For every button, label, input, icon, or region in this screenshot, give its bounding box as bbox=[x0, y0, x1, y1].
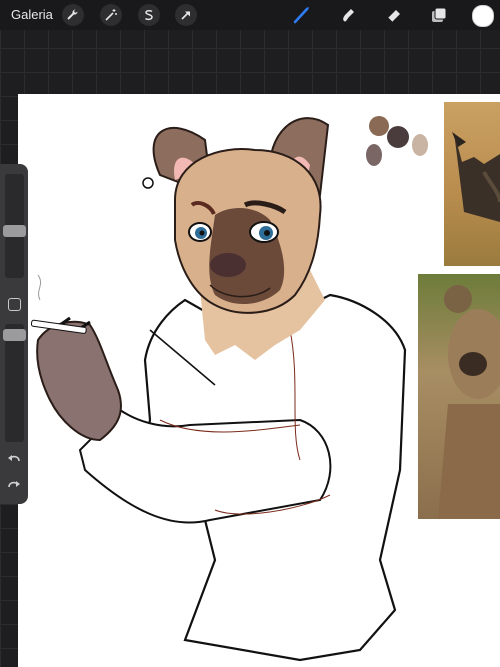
adjustments-button[interactable] bbox=[100, 4, 122, 26]
reference-photo-bottom[interactable] bbox=[418, 274, 500, 519]
gallery-button[interactable]: Galeria bbox=[11, 7, 53, 22]
opacity-slider[interactable] bbox=[5, 324, 24, 442]
color-picker-button[interactable] bbox=[472, 5, 494, 27]
redo-icon[interactable] bbox=[6, 478, 22, 494]
swatch[interactable] bbox=[366, 144, 382, 166]
transform-arrow-icon bbox=[181, 11, 190, 20]
brush-tool[interactable] bbox=[290, 3, 314, 27]
transform-button[interactable] bbox=[175, 4, 197, 26]
reference-photo-top[interactable] bbox=[444, 102, 500, 266]
smudge-tool[interactable] bbox=[336, 3, 360, 27]
drawing-canvas[interactable] bbox=[18, 94, 500, 667]
modify-button[interactable] bbox=[8, 298, 21, 311]
swatch[interactable] bbox=[369, 116, 389, 136]
actions-button[interactable] bbox=[62, 4, 84, 26]
selection-s-icon bbox=[144, 10, 153, 21]
brush-size-knob[interactable] bbox=[3, 224, 26, 237]
brush-icon bbox=[293, 7, 309, 24]
smudge-icon bbox=[343, 9, 354, 22]
layers-tool[interactable] bbox=[427, 3, 451, 27]
undo-icon[interactable] bbox=[6, 452, 22, 468]
selection-button[interactable] bbox=[138, 4, 160, 26]
swatch[interactable] bbox=[412, 134, 428, 156]
opacity-knob[interactable] bbox=[3, 329, 26, 342]
top-toolbar: Galeria bbox=[0, 0, 500, 30]
wrench-icon bbox=[67, 9, 78, 20]
wild-dog-photo bbox=[452, 132, 500, 222]
magic-wand-icon bbox=[105, 9, 117, 21]
palette-swatches bbox=[365, 114, 435, 174]
swatch[interactable] bbox=[387, 126, 409, 148]
layers-icon bbox=[432, 7, 447, 22]
eraser-tool[interactable] bbox=[382, 3, 406, 27]
left-sidebar bbox=[0, 164, 28, 504]
hyena-photo bbox=[438, 285, 500, 519]
eraser-icon bbox=[387, 10, 400, 23]
